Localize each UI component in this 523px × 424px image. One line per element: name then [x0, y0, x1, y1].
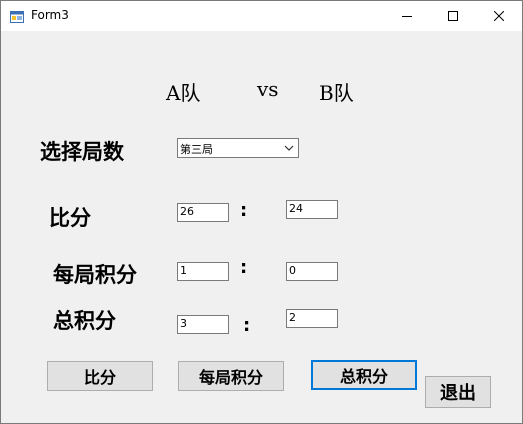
round-points-button[interactable]: 每局积分 — [178, 361, 284, 391]
team-b-label: B队 — [319, 81, 354, 105]
score-button[interactable]: 比分 — [47, 361, 153, 391]
total-points-label: 总积分 — [53, 309, 116, 333]
score-b-field[interactable]: 24 — [286, 200, 338, 219]
exit-button[interactable]: 退出 — [425, 376, 491, 408]
app-icon — [10, 9, 24, 23]
round-select-label: 选择局数 — [40, 140, 124, 164]
form-window: Form3 A队 vs B队 选择局数 第三局 比分 26 : 24 每局积分 … — [0, 0, 523, 424]
chevron-down-icon[interactable] — [284, 143, 294, 153]
team-a-label: A队 — [166, 81, 201, 105]
title-bar[interactable]: Form3 — [1, 1, 522, 31]
round-select-value: 第三局 — [180, 143, 213, 156]
round-select-dropdown[interactable]: 第三局 — [177, 138, 299, 158]
total-points-a-field[interactable]: 3 — [177, 315, 229, 334]
score-a-field[interactable]: 26 — [177, 203, 229, 222]
score-label: 比分 — [49, 206, 91, 230]
close-icon[interactable] — [476, 1, 522, 31]
maximize-icon[interactable] — [430, 1, 476, 31]
vs-label: vs — [257, 77, 279, 101]
round-points-a-field[interactable]: 1 — [177, 262, 229, 281]
minimize-icon[interactable] — [384, 1, 430, 31]
window-title: Form3 — [31, 8, 69, 22]
round-points-separator: : — [240, 257, 248, 278]
round-points-b-field[interactable]: 0 — [286, 262, 338, 281]
score-separator: : — [240, 200, 248, 221]
total-points-button[interactable]: 总积分 — [311, 360, 417, 390]
total-points-b-field[interactable]: 2 — [286, 309, 338, 328]
round-points-label: 每局积分 — [53, 263, 137, 287]
total-points-separator: : — [243, 315, 251, 336]
